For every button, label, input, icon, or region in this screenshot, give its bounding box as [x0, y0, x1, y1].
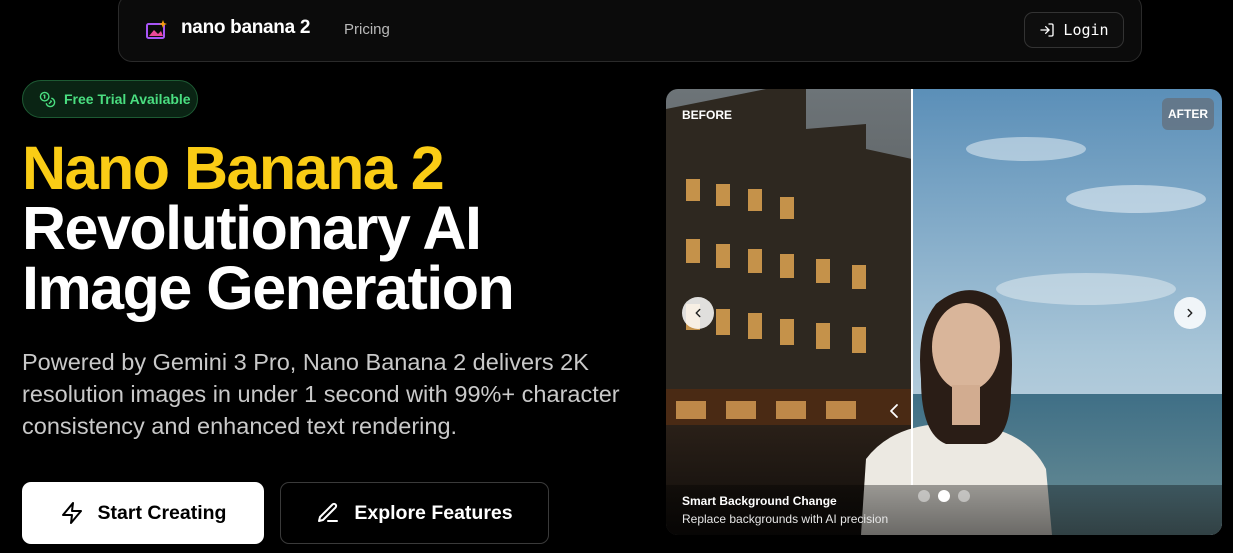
logo-icon[interactable]: [146, 20, 168, 40]
login-label: Login: [1063, 21, 1109, 39]
divider-handle-icon[interactable]: [888, 403, 900, 419]
nav-link-pricing[interactable]: Pricing: [344, 21, 390, 38]
chevron-left-icon: [695, 308, 701, 318]
slide-dot-1[interactable]: [918, 490, 930, 502]
caption-subtitle: Replace backgrounds with AI precision: [682, 512, 889, 526]
chevron-right-icon: [1187, 308, 1193, 318]
caption-title: Smart Background Change: [682, 494, 837, 508]
slide-indicators: [918, 490, 970, 502]
coins-icon: [39, 91, 56, 107]
comparison-image: [666, 89, 1222, 535]
login-icon: [1040, 23, 1055, 37]
after-label: AFTER: [1162, 98, 1214, 130]
login-button[interactable]: Login: [1024, 12, 1124, 48]
top-navbar: nano banana 2 Pricing Login: [118, 0, 1142, 62]
free-trial-badge: Free Trial Available: [22, 80, 198, 118]
after-label-text: AFTER: [1168, 107, 1208, 121]
slide-dot-3[interactable]: [958, 490, 970, 502]
slide-dot-2[interactable]: [938, 490, 950, 502]
next-slide-button[interactable]: [1174, 297, 1206, 329]
explore-features-button[interactable]: Explore Features: [280, 482, 549, 544]
previous-slide-button[interactable]: [682, 297, 714, 329]
badge-label: Free Trial Available: [64, 91, 191, 107]
start-creating-button[interactable]: Start Creating: [22, 482, 264, 544]
before-label: BEFORE: [682, 108, 733, 122]
hero-title-line-1: Nano Banana 2: [22, 134, 445, 202]
start-creating-label: Start Creating: [97, 501, 227, 524]
lightning-icon: [61, 502, 82, 524]
before-after-comparison[interactable]: BEFORE AFTER Smart Background Change Rep…: [666, 89, 1222, 535]
brand-name[interactable]: nano banana 2: [181, 17, 310, 39]
hero-title: Nano Banana 2 Revolutionary AI Image Gen…: [22, 134, 515, 322]
hero-title-line-2: Revolutionary AI: [22, 194, 482, 262]
hero-description: Powered by Gemini 3 Pro, Nano Banana 2 d…: [22, 349, 620, 439]
explore-features-label: Explore Features: [354, 501, 513, 524]
pen-icon: [318, 502, 339, 522]
hero-title-line-3: Image Generation: [22, 254, 515, 322]
